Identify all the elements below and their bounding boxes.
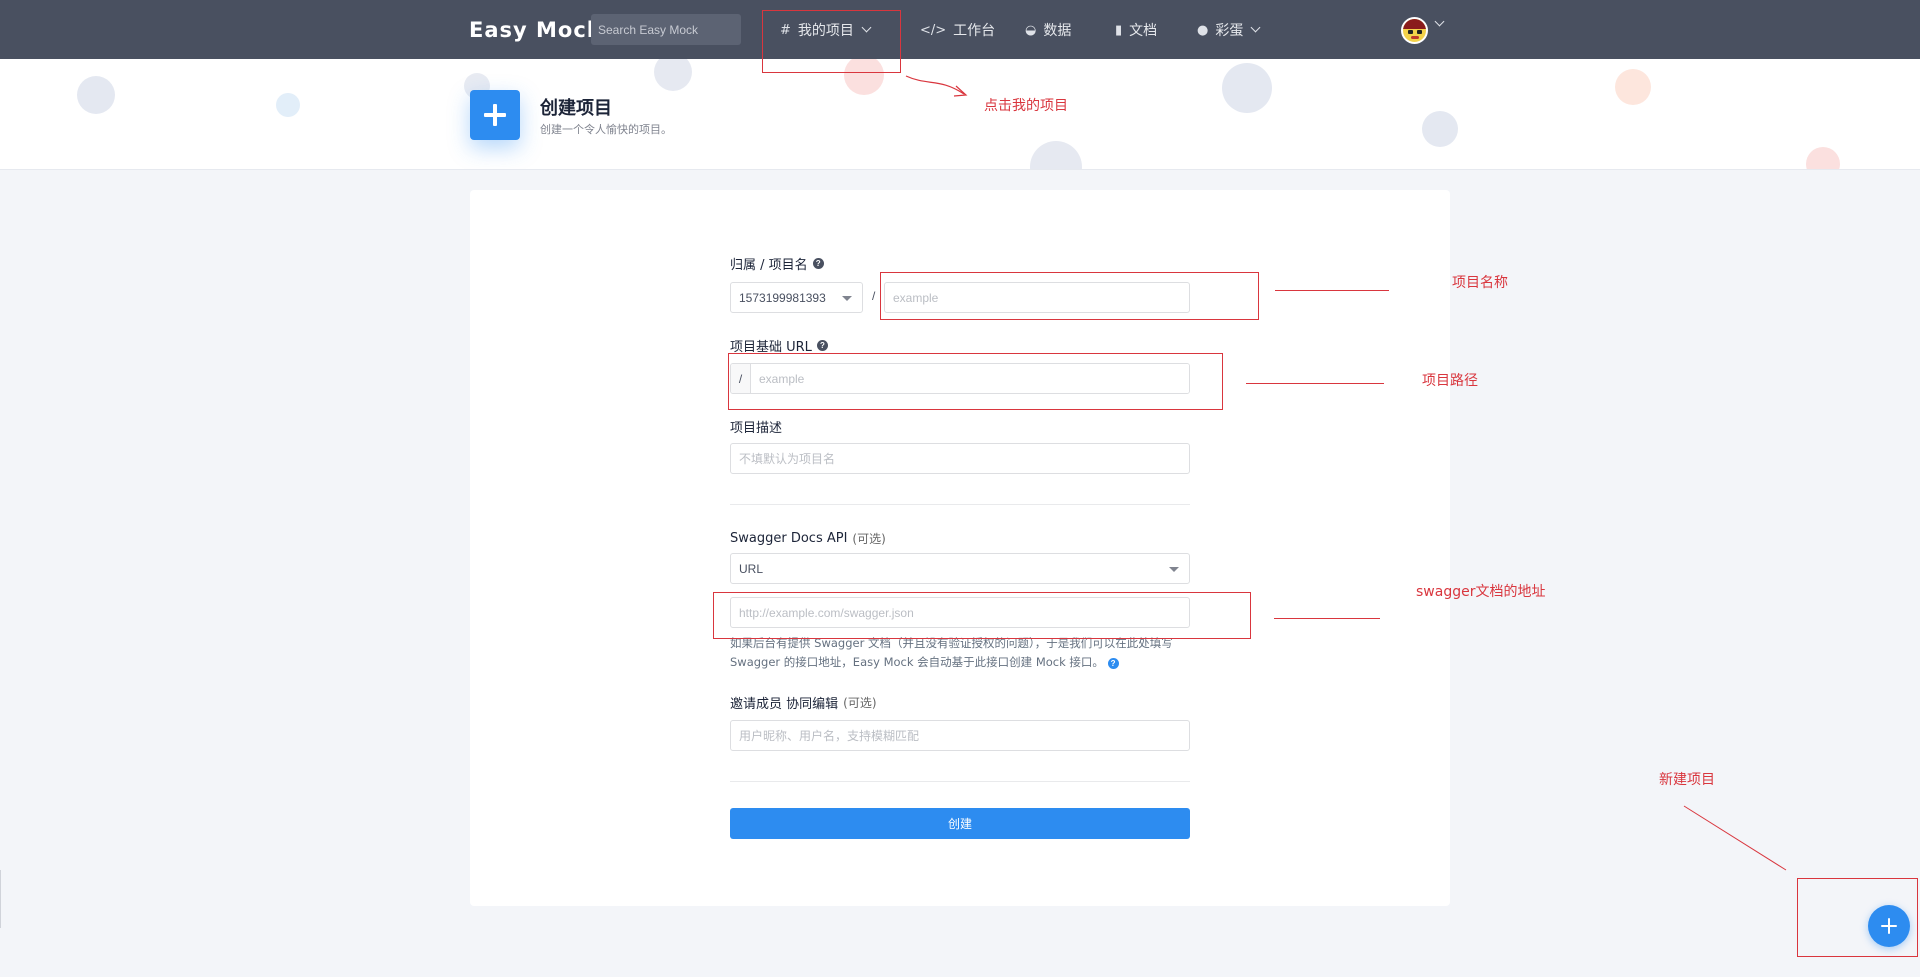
swagger-type-value: URL: [739, 561, 764, 576]
nav-workbench[interactable]: </> 工作台: [920, 20, 995, 40]
user-avatar[interactable]: [1401, 17, 1428, 44]
caret-down-icon: [1169, 567, 1179, 572]
nav-my-projects[interactable]: # 我的项目: [780, 20, 872, 40]
chevron-down-icon: [861, 22, 872, 33]
decor-bubble: [77, 76, 115, 114]
members-label: 邀请成员 协同编辑 (可选): [730, 696, 877, 712]
egg-icon: ●: [1197, 22, 1209, 38]
annotation-swagger-address: swagger文档的地址: [1416, 584, 1546, 600]
annotation-line: [1274, 618, 1380, 619]
nav-data-label: 数据: [1043, 23, 1072, 39]
caret-down-icon: [842, 296, 852, 301]
description-input[interactable]: [730, 443, 1190, 474]
annotation-click-my-projects: 点击我的项目: [984, 98, 1068, 114]
nav-data[interactable]: ◒ 数据: [1025, 20, 1071, 40]
nav-easter-egg[interactable]: ● 彩蛋: [1197, 20, 1261, 40]
decor-bubble: [276, 93, 300, 117]
annotation-line: [1275, 290, 1389, 291]
search-input[interactable]: [591, 14, 741, 45]
base-url-field: /: [730, 363, 1190, 394]
decor-bubble: [1222, 63, 1272, 113]
decor-bubble: [1422, 111, 1458, 147]
dashboard-icon: ◒: [1025, 22, 1037, 38]
chevron-down-icon: [1250, 22, 1261, 33]
owner-name-label: 归属 / 项目名 ?: [730, 254, 824, 273]
annotation-new-project: 新建项目: [1659, 772, 1715, 788]
nav-my-projects-label: 我的项目: [797, 23, 854, 39]
description-label: 项目描述: [730, 421, 783, 436]
plus-icon: [484, 104, 506, 126]
chevron-down-icon[interactable]: [1434, 16, 1445, 27]
annotation-project-name: 项目名称: [1452, 275, 1508, 291]
page-edge-marker: [0, 870, 1, 928]
base-url-input[interactable]: [751, 364, 1189, 393]
swagger-label: Swagger Docs API (可选): [730, 531, 886, 546]
decor-bubble: [1615, 69, 1651, 105]
annotation-arrow: [905, 75, 968, 97]
owner-name-separator: /: [872, 289, 876, 303]
create-project-tile: [470, 90, 520, 140]
plus-icon: [1881, 918, 1897, 934]
app-logo[interactable]: Easy Mock: [469, 18, 602, 42]
owner-value: 1573199981393: [739, 290, 826, 305]
form-divider: [730, 781, 1190, 782]
book-icon: ▮: [1115, 22, 1123, 38]
project-name-input[interactable]: [884, 282, 1190, 313]
swagger-note: 如果后台有提供 Swagger 文档（并且没有验证授权的问题），于是我们可以在此…: [730, 636, 1173, 669]
annotation-line: [1246, 383, 1384, 384]
code-icon: </>: [920, 22, 947, 38]
annotation-line: [1683, 805, 1787, 871]
swagger-type-select[interactable]: URL: [730, 553, 1190, 584]
nav-easter-egg-label: 彩蛋: [1215, 23, 1244, 39]
base-url-label: 项目基础 URL ?: [730, 336, 828, 355]
owner-select[interactable]: 1573199981393: [730, 282, 863, 313]
decor-bubble: [654, 59, 692, 91]
base-url-prefix: /: [731, 364, 751, 393]
decor-bubble: [1806, 147, 1840, 169]
page-title: 创建项目: [540, 98, 612, 119]
nav-docs-label: 文档: [1129, 23, 1158, 39]
top-nav: Easy Mock # 我的项目 </> 工作台 ◒ 数据 ▮ 文档 ● 彩蛋: [0, 0, 1920, 59]
decor-bubble: [844, 59, 884, 95]
swagger-url-input[interactable]: [730, 597, 1190, 628]
create-project-form: 归属 / 项目名 ? 1573199981393 / 项目基础 URL ? / …: [470, 190, 1450, 906]
help-icon[interactable]: ?: [1107, 658, 1119, 669]
annotation-project-path: 项目路径: [1422, 373, 1478, 389]
form-divider: [730, 504, 1190, 505]
new-project-fab[interactable]: [1868, 905, 1910, 947]
help-icon[interactable]: ?: [812, 258, 824, 269]
create-button[interactable]: 创建: [730, 808, 1190, 839]
decor-bubble: [1030, 141, 1082, 169]
help-icon[interactable]: ?: [816, 340, 828, 351]
page-subtitle: 创建一个令人愉快的项目。: [540, 123, 672, 136]
hash-icon: #: [780, 22, 791, 38]
nav-docs[interactable]: ▮ 文档: [1115, 20, 1157, 40]
members-input[interactable]: [730, 720, 1190, 751]
nav-workbench-label: 工作台: [953, 23, 996, 39]
